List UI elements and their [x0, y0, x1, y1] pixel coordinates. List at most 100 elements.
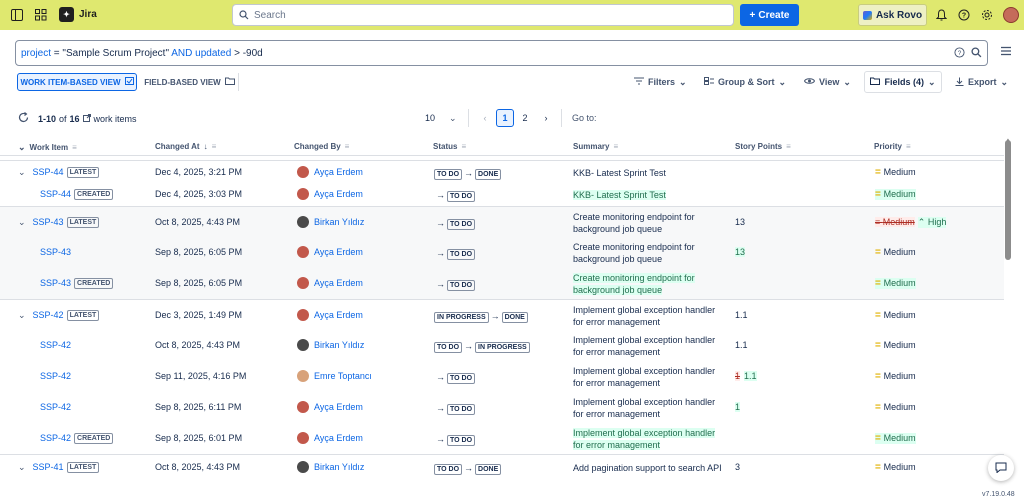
external-link-icon[interactable] [82, 113, 91, 124]
view-button[interactable]: View ⌄ [803, 74, 851, 90]
user-name-link[interactable]: Ayça Erdem [314, 402, 363, 412]
changed-by-cell[interactable]: Ayça Erdem [297, 187, 363, 200]
jql-help-icon[interactable]: ? [954, 47, 965, 61]
field-view-toggle[interactable]: FIELD-BASED VIEW [141, 73, 239, 91]
group-sort-button[interactable]: Group & Sort ⌄ [704, 74, 786, 90]
changed-by-cell[interactable]: Ayça Erdem [297, 165, 363, 178]
table-row[interactable]: ⌄ SSP-42 LATEST Dec 3, 2025, 1:49 PM Ayça Er… [0, 299, 1004, 330]
user-name-link[interactable]: Emre Toptancı [314, 371, 372, 381]
page-button-2[interactable]: 2 [516, 109, 534, 127]
changed-by-cell[interactable]: Birkan Yıldız [297, 215, 364, 228]
col-status[interactable]: Status ≡ [433, 142, 466, 151]
user-name-link[interactable]: Ayça Erdem [314, 247, 363, 257]
changed-by-cell[interactable]: Ayça Erdem [297, 431, 363, 444]
changed-by-cell[interactable]: Ayça Erdem [297, 245, 363, 258]
rovo-icon [862, 10, 872, 20]
settings-gear-icon[interactable] [980, 8, 994, 22]
priority-cell: = Medium [875, 432, 916, 444]
more-menu-icon[interactable] [1000, 46, 1012, 58]
user-name-link[interactable]: Birkan Yıldız [314, 340, 364, 350]
table-row[interactable]: SSP-43 CREATED Sep 8, 2025, 6:05 PM Ayça Er… [0, 268, 1004, 299]
page-button-1[interactable]: 1 [496, 109, 514, 127]
work-item-key-link[interactable]: SSP-42 [40, 340, 71, 350]
table-row[interactable]: SSP-44 CREATED Dec 4, 2025, 3:03 PM Ayça Er… [0, 183, 1004, 206]
filters-button[interactable]: Filters ⌄ [634, 74, 687, 90]
work-item-key-link[interactable]: SSP-42 [33, 310, 64, 320]
export-button[interactable]: Export ⌄ [955, 74, 1008, 90]
col-changed-at[interactable]: Changed At ↓ ≡ [155, 142, 216, 151]
table-row[interactable]: SSP-42 Oct 8, 2025, 4:43 PM Birkan Yıldız T… [0, 330, 1004, 361]
jira-logo-icon[interactable]: ✦ [59, 7, 74, 22]
expand-chevron-icon[interactable]: ⌄ [18, 310, 26, 320]
user-avatar[interactable] [1003, 7, 1019, 23]
vertical-scrollbar[interactable] [1005, 140, 1011, 260]
user-name-link[interactable]: Ayça Erdem [314, 189, 363, 199]
work-item-cell: ⌄ SSP-44 LATEST [18, 167, 100, 178]
fields-button[interactable]: Fields (4) ⌄ [864, 71, 942, 93]
ask-rovo-button[interactable]: Ask Rovo [858, 4, 927, 26]
sort-desc-icon[interactable]: ↓ [204, 142, 208, 151]
work-item-key-link[interactable]: SSP-43 [40, 278, 71, 288]
changed-by-cell[interactable]: Ayça Erdem [297, 400, 363, 413]
filter-icon[interactable]: ≡ [786, 142, 791, 151]
col-story-points[interactable]: Story Points ≡ [735, 142, 791, 151]
work-item-key-link[interactable]: SSP-43 [33, 217, 64, 227]
table-row[interactable]: ⌄ SSP-43 LATEST Oct 8, 2025, 4:43 PM Birkan … [0, 206, 1004, 237]
jql-query-input[interactable]: project = "Sample Scrum Project" AND upd… [15, 40, 988, 66]
filter-icon[interactable]: ≡ [72, 143, 77, 152]
filter-icon[interactable]: ≡ [212, 142, 217, 151]
collapse-all-icon[interactable]: ⌄ [18, 142, 26, 153]
work-item-key-link[interactable]: SSP-43 [40, 247, 71, 257]
app-switcher-icon[interactable] [34, 8, 48, 22]
user-name-link[interactable]: Ayça Erdem [314, 167, 363, 177]
work-item-key-link[interactable]: SSP-41 [33, 462, 64, 472]
sidebar-toggle-icon[interactable] [10, 8, 24, 22]
col-priority[interactable]: Priority ≡ [874, 142, 911, 151]
create-button[interactable]: + Create [740, 4, 799, 26]
changed-by-cell[interactable]: Ayça Erdem [297, 308, 363, 321]
notifications-bell-icon[interactable] [934, 8, 948, 22]
expand-chevron-icon[interactable]: ⌄ [18, 167, 26, 177]
help-icon[interactable]: ? [957, 8, 971, 22]
filter-icon[interactable]: ≡ [345, 142, 350, 151]
app-name[interactable]: Jira [79, 9, 97, 20]
page-size-select[interactable]: 10 ⌄ [425, 113, 457, 124]
feedback-button[interactable] [988, 455, 1014, 481]
priority-value: = Medium [875, 247, 916, 258]
work-item-view-toggle[interactable]: WORK ITEM-BASED VIEW [17, 73, 137, 91]
expand-chevron-icon[interactable]: ⌄ [18, 217, 26, 227]
table-row[interactable]: SSP-42 CREATED Sep 8, 2025, 6:01 PM Ayça Er… [0, 423, 1004, 454]
prev-page-button[interactable]: ‹ [476, 109, 494, 127]
col-work-item[interactable]: ⌄ Work Item ≡ [18, 142, 77, 153]
expand-chevron-icon[interactable]: ⌄ [18, 462, 26, 472]
changed-by-cell[interactable]: Emre Toptancı [297, 369, 372, 382]
col-summary[interactable]: Summary ≡ [573, 142, 618, 151]
work-item-key-link[interactable]: SSP-42 [40, 402, 71, 412]
changed-by-cell[interactable]: Birkan Yıldız [297, 460, 364, 473]
filter-icon[interactable]: ≡ [906, 142, 911, 151]
filter-icon[interactable]: ≡ [461, 142, 466, 151]
changed-by-cell[interactable]: Birkan Yıldız [297, 338, 364, 351]
filter-icon[interactable]: ≡ [613, 142, 618, 151]
jql-search-icon[interactable] [971, 47, 982, 61]
work-item-key-link[interactable]: SSP-44 [33, 167, 64, 177]
user-name-link[interactable]: Ayça Erdem [314, 278, 363, 288]
global-search-input[interactable]: Search [232, 4, 734, 26]
work-item-key-link[interactable]: SSP-42 [40, 433, 71, 443]
changed-by-cell[interactable]: Ayça Erdem [297, 276, 363, 289]
user-name-link[interactable]: Ayça Erdem [314, 433, 363, 443]
status-change-cell: TO DO → DONE [434, 463, 502, 475]
user-name-link[interactable]: Birkan Yıldız [314, 217, 364, 227]
table-row[interactable]: ⌄ SSP-41 LATEST Oct 8, 2025, 4:43 PM Birkan … [0, 454, 1004, 479]
table-row[interactable]: SSP-42 Sep 11, 2025, 4:16 PM Emre Toptancı… [0, 361, 1004, 392]
table-row[interactable]: SSP-43 Sep 8, 2025, 6:05 PM Ayça Erdem → TO … [0, 237, 1004, 268]
work-item-key-link[interactable]: SSP-44 [40, 189, 71, 199]
table-row[interactable]: SSP-42 Sep 8, 2025, 6:11 PM Ayça Erdem → TO … [0, 392, 1004, 423]
next-page-button[interactable]: › [537, 109, 555, 127]
work-item-key-link[interactable]: SSP-42 [40, 371, 71, 381]
col-changed-by[interactable]: Changed By ≡ [294, 142, 349, 151]
table-row[interactable]: ⌄ SSP-44 LATEST Dec 4, 2025, 3:21 PM Ayça Er… [0, 160, 1004, 183]
refresh-icon[interactable] [18, 112, 29, 125]
user-name-link[interactable]: Ayça Erdem [314, 310, 363, 320]
user-name-link[interactable]: Birkan Yıldız [314, 462, 364, 472]
